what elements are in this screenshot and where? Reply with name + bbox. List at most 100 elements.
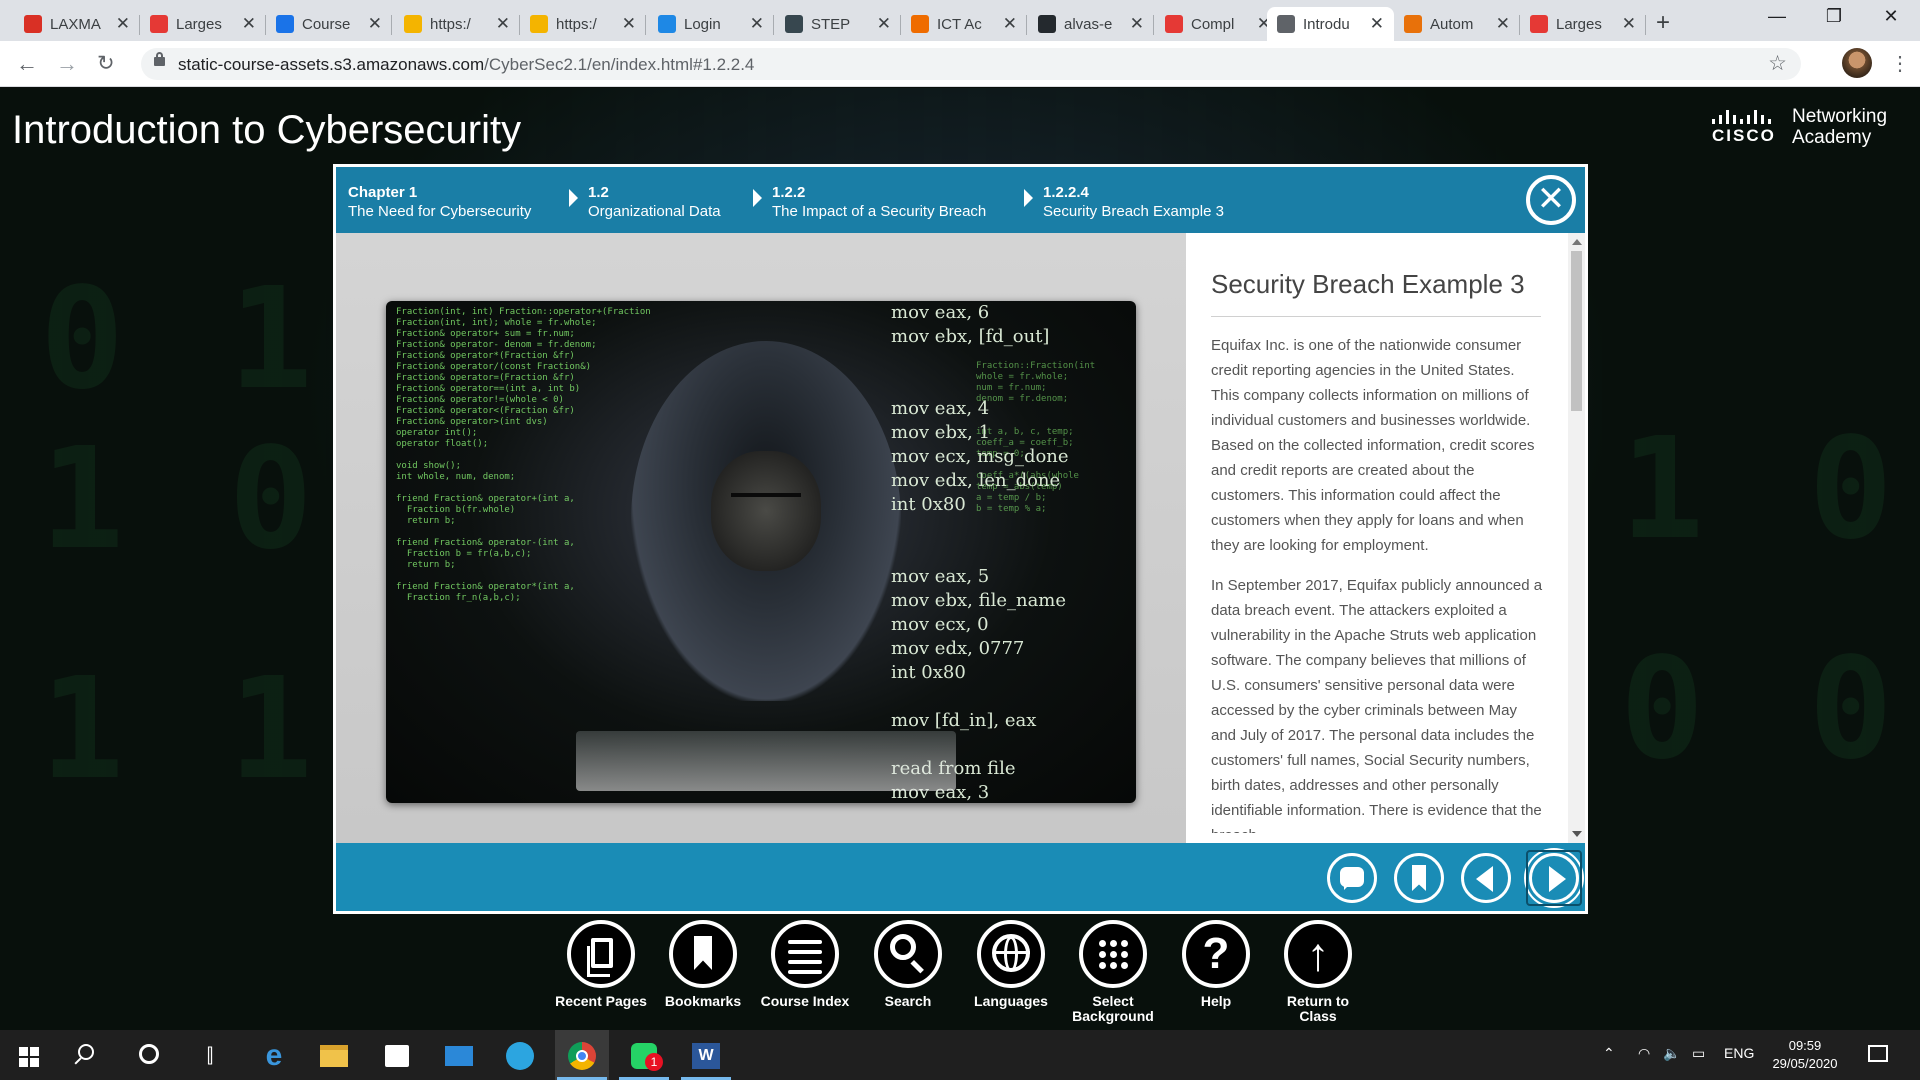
browser-tab[interactable]: Autom ✕ bbox=[1394, 7, 1520, 41]
cortana-icon[interactable] bbox=[139, 1044, 159, 1064]
breadcrumb-chapter[interactable]: Chapter 1 The Need for Cybersecurity bbox=[348, 183, 531, 221]
browser-tab[interactable]: Login ✕ bbox=[648, 7, 774, 41]
action-center-icon[interactable] bbox=[1868, 1045, 1888, 1062]
system-clock[interactable]: 09:59 29/05/2020 bbox=[1760, 1037, 1850, 1073]
course-index-button[interactable]: Course Index bbox=[755, 920, 855, 1009]
bookmarks-button[interactable]: Bookmarks bbox=[653, 920, 753, 1009]
minimize-button[interactable]: — bbox=[1754, 6, 1800, 27]
bookmark-star-icon[interactable]: ☆ bbox=[1768, 51, 1787, 76]
help-button[interactable]: ? Help bbox=[1166, 920, 1266, 1009]
bookmark-page-button[interactable] bbox=[1394, 853, 1444, 903]
search-button[interactable]: Search bbox=[858, 920, 958, 1009]
notification-badge: 1 bbox=[645, 1053, 663, 1071]
close-tab-icon[interactable]: ✕ bbox=[116, 14, 130, 34]
file-explorer-icon[interactable] bbox=[320, 1042, 348, 1070]
browser-tab[interactable]: alvas-e ✕ bbox=[1028, 7, 1154, 41]
languages-button[interactable]: Languages bbox=[961, 920, 1061, 1009]
store-icon[interactable] bbox=[383, 1042, 411, 1070]
browser-tab[interactable]: Course ✕ bbox=[266, 7, 392, 41]
telegram-icon[interactable] bbox=[506, 1042, 534, 1070]
grid-dots-icon bbox=[1097, 938, 1131, 971]
tab-label: Compl bbox=[1191, 15, 1235, 33]
scroll-down-icon[interactable] bbox=[1572, 831, 1582, 837]
close-tab-icon[interactable]: ✕ bbox=[750, 14, 764, 34]
close-tab-icon[interactable]: ✕ bbox=[242, 14, 256, 34]
breadcrumb-subsection[interactable]: 1.2.2 The Impact of a Security Breach bbox=[772, 183, 986, 221]
cisco-bars-icon bbox=[1712, 110, 1782, 124]
whatsapp-icon[interactable]: 1 bbox=[630, 1042, 663, 1071]
help-icon: ? bbox=[1202, 929, 1230, 978]
forward-arrow-icon[interactable]: → bbox=[56, 51, 78, 77]
reload-icon[interactable]: ↻ bbox=[97, 51, 115, 76]
browser-tab[interactable]: Larges ✕ bbox=[1520, 7, 1646, 41]
lock-icon bbox=[154, 52, 165, 66]
mail-icon[interactable] bbox=[445, 1042, 473, 1070]
browser-tab[interactable]: https:/ ✕ bbox=[394, 7, 520, 41]
chevron-right-icon bbox=[569, 189, 578, 207]
close-tab-icon[interactable]: ✕ bbox=[496, 14, 510, 34]
edge-icon[interactable]: e bbox=[260, 1039, 288, 1072]
browser-menu-icon[interactable]: ⋮ bbox=[1890, 51, 1910, 76]
browser-tab[interactable]: Compl ✕ bbox=[1155, 7, 1281, 41]
browser-tab-strip: LAXMA ✕ Larges ✕ Course ✕ https:/✕ https:/✕ Logi… bbox=[0, 0, 1920, 41]
modal-footer bbox=[336, 843, 1585, 911]
browser-tab[interactable]: Larges ✕ bbox=[140, 7, 266, 41]
course-page: 0 1 1 0 1 1 1 0 0 0 Introduction to Cybe… bbox=[0, 88, 1920, 1030]
chrome-icon[interactable] bbox=[568, 1042, 596, 1070]
scroll-thumb[interactable] bbox=[1571, 251, 1582, 411]
discussion-button[interactable] bbox=[1327, 853, 1377, 903]
browser-tab[interactable]: Introdu ✕ bbox=[1267, 7, 1394, 41]
text-scrollbar[interactable] bbox=[1568, 233, 1585, 843]
background-binary: 1 0 bbox=[1620, 408, 1903, 571]
url-text[interactable]: static-course-assets.s3.amazonaws.com/Cy… bbox=[178, 55, 754, 75]
recent-pages-button[interactable]: Recent Pages bbox=[551, 920, 651, 1009]
tab-label: alvas-e bbox=[1064, 15, 1113, 33]
close-tab-icon[interactable]: ✕ bbox=[368, 14, 382, 34]
browser-tab[interactable]: STEP ✕ bbox=[775, 7, 901, 41]
tab-label: Autom bbox=[1430, 15, 1474, 33]
url-omnibox[interactable]: static-course-assets.s3.amazonaws.com/Cy… bbox=[141, 48, 1801, 80]
chevron-right-icon bbox=[1024, 189, 1033, 207]
battery-icon[interactable]: ▭ bbox=[1692, 1045, 1705, 1062]
maximize-button[interactable]: ❐ bbox=[1811, 6, 1857, 27]
close-tab-icon[interactable]: ✕ bbox=[1003, 14, 1017, 34]
language-indicator[interactable]: ENG bbox=[1724, 1045, 1754, 1061]
globe-icon bbox=[1277, 15, 1295, 33]
browser-tab[interactable]: ICT Ac ✕ bbox=[901, 7, 1027, 41]
return-to-class-button[interactable]: ↑ Return to Class bbox=[1268, 920, 1368, 1024]
previous-page-button[interactable] bbox=[1461, 853, 1511, 903]
close-window-button[interactable]: ✕ bbox=[1868, 6, 1914, 27]
browser-tab[interactable]: LAXMA ✕ bbox=[14, 7, 140, 41]
tab-label: LAXMA bbox=[50, 15, 101, 33]
close-modal-button[interactable]: ✕ bbox=[1526, 175, 1576, 225]
next-page-button[interactable] bbox=[1526, 850, 1582, 906]
windows-taskbar: ⫿ e 1 W ⌃ ◠ 🔈 ▭ ENG 09:59 29/05/2020 bbox=[0, 1030, 1920, 1080]
close-tab-icon[interactable]: ✕ bbox=[1370, 14, 1384, 34]
code-overlay: Fraction(int, int) Fraction::operator+(F… bbox=[396, 307, 651, 603]
back-arrow-icon[interactable]: ← bbox=[16, 51, 38, 77]
close-tab-icon[interactable]: ✕ bbox=[1496, 14, 1510, 34]
breadcrumb-topic[interactable]: 1.2.2.4 Security Breach Example 3 bbox=[1043, 183, 1224, 221]
volume-icon[interactable]: 🔈 bbox=[1663, 1045, 1680, 1062]
keyboard-image bbox=[576, 731, 956, 791]
profile-avatar[interactable] bbox=[1842, 48, 1872, 78]
close-tab-icon[interactable]: ✕ bbox=[1622, 14, 1636, 34]
scroll-up-icon[interactable] bbox=[1572, 239, 1582, 245]
search-icon[interactable] bbox=[78, 1044, 94, 1060]
topic-body: Equifax Inc. is one of the nationwide co… bbox=[1211, 333, 1546, 833]
close-tab-icon[interactable]: ✕ bbox=[622, 14, 636, 34]
new-tab-button[interactable]: + bbox=[1656, 9, 1670, 37]
close-tab-icon[interactable]: ✕ bbox=[1130, 14, 1144, 34]
windows-start-icon[interactable] bbox=[19, 1047, 39, 1067]
chevron-up-icon[interactable]: ⌃ bbox=[1603, 1045, 1615, 1062]
task-view-icon[interactable]: ⫿ bbox=[196, 1042, 224, 1070]
word-icon[interactable]: W bbox=[692, 1042, 720, 1070]
close-tab-icon[interactable]: ✕ bbox=[877, 14, 891, 34]
chevron-right-icon bbox=[753, 189, 762, 207]
tab-label: https:/ bbox=[556, 15, 597, 33]
breadcrumb-section[interactable]: 1.2 Organizational Data bbox=[588, 183, 721, 221]
wifi-icon[interactable]: ◠ bbox=[1638, 1045, 1650, 1062]
select-background-button[interactable]: Select Background bbox=[1063, 920, 1163, 1024]
browser-tab[interactable]: https:/ ✕ bbox=[520, 7, 646, 41]
address-bar: ← → ↻ static-course-assets.s3.amazonaws.… bbox=[0, 41, 1920, 87]
